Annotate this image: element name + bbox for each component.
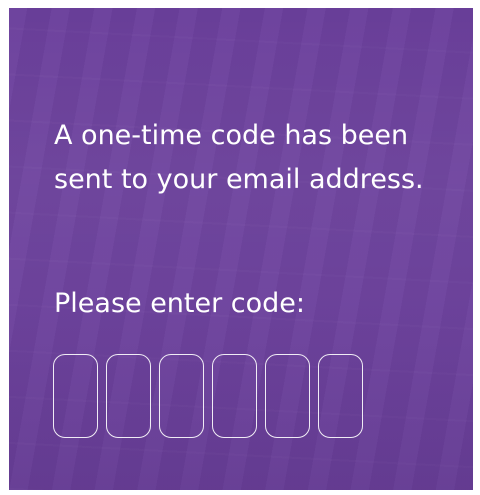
code-digit-2[interactable] bbox=[106, 354, 151, 438]
otp-panel: A one-time code has been sent to your em… bbox=[9, 8, 473, 490]
code-prompt-label: Please enter code: bbox=[54, 288, 306, 319]
code-input-group bbox=[53, 354, 363, 438]
code-digit-6[interactable] bbox=[318, 354, 363, 438]
code-digit-4[interactable] bbox=[212, 354, 257, 438]
code-digit-5[interactable] bbox=[265, 354, 310, 438]
code-digit-1[interactable] bbox=[53, 354, 98, 438]
otp-message: A one-time code has been sent to your em… bbox=[54, 120, 424, 195]
code-digit-3[interactable] bbox=[159, 354, 204, 438]
